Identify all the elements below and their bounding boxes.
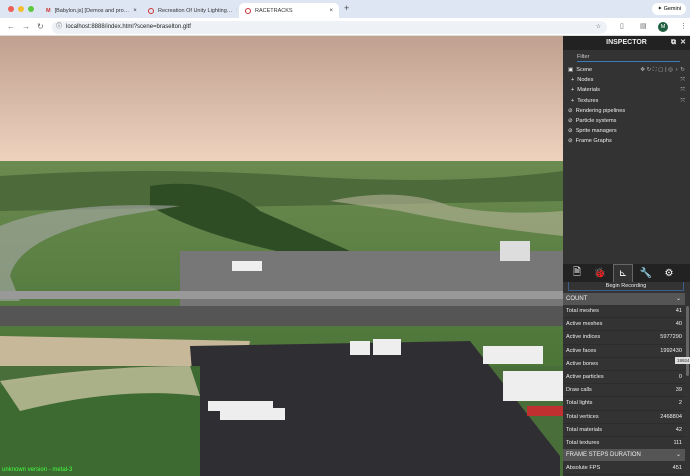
count-section-header[interactable]: COUNT ⌄ [563, 293, 685, 305]
ban-icon: ⊘ [568, 128, 573, 135]
browser-tab-active[interactable]: RACETRACKS × [239, 3, 339, 18]
filter-input[interactable]: Filter [577, 52, 680, 62]
profile-avatar[interactable]: M [658, 22, 668, 32]
image-icon: ▣ [568, 67, 574, 73]
minimize-window-button[interactable] [18, 6, 24, 12]
stat-row: Total lights 2 [563, 397, 685, 411]
close-icon[interactable]: ✕ [680, 36, 686, 50]
plus-icon: + [571, 77, 575, 84]
stat-row: Total materials 42 [563, 424, 685, 437]
tree-item-materials[interactable]: + Materials ⤧ [563, 85, 690, 95]
stat-row: Active indices 5977290 [563, 331, 685, 345]
site-info-icon[interactable]: ⓘ [56, 21, 62, 34]
inspector-header: INSPECTOR ⧉ ✕ [563, 36, 690, 50]
browser-tab-bar: M [Babylon.js] [Demos and pro… × Recreatio… [0, 0, 690, 18]
forward-icon[interactable]: → [22, 22, 30, 31]
debug-tab-icon[interactable]: 🐞 [590, 264, 610, 282]
reading-list-icon[interactable]: ▤ [640, 22, 647, 30]
tree-item-textures[interactable]: + Textures ⤧ [563, 96, 690, 106]
back-icon[interactable]: ← [7, 22, 15, 31]
render-canvas[interactable] [0, 36, 563, 476]
tree-item-particle-systems[interactable]: ⊘ Particle systems [563, 116, 690, 126]
stat-row: Draw calls 39 [563, 384, 685, 398]
babylon-icon [148, 7, 154, 14]
ban-icon: ⊘ [568, 107, 573, 114]
racetrack-scene [0, 36, 563, 476]
scene-gizmo-icons[interactable]: ✥ ↻ ⛶ ▢ | ◎ ♁ ↻ [640, 65, 685, 75]
tree-item-frame-graphs[interactable]: ⊘ Frame Graphs [563, 136, 690, 146]
gmail-icon: M [46, 7, 51, 14]
stat-row: Active bones [563, 358, 685, 371]
address-bar-row: ← → ↻ ⓘ localhost:8888/index.html?scene=b… [0, 18, 690, 36]
chevron-down-icon: ⌄ [675, 296, 681, 302]
tools-tab-icon[interactable]: 🔧 [636, 264, 656, 282]
plus-icon: + [571, 87, 575, 94]
inspector-tabs: 🗎 🐞 ⊾ 🔧 ⚙ [563, 264, 690, 282]
expand-icon[interactable]: ⤧ [681, 96, 685, 106]
expand-icon[interactable]: ⤧ [681, 75, 685, 85]
babylon-icon [245, 7, 251, 14]
tree-item-nodes[interactable]: + Nodes ⤧ [563, 75, 690, 85]
tree-item-rendering-pipelines[interactable]: ⊘ Rendering pipelines [563, 106, 690, 116]
scrollbar[interactable] [686, 306, 689, 376]
close-tab-icon[interactable]: × [329, 8, 333, 14]
ban-icon: ⊘ [568, 117, 573, 124]
new-tab-button[interactable]: + [344, 3, 349, 13]
count-stats: Total meshes 41 Active meshes 40 Active in… [563, 305, 685, 451]
browser-tab[interactable]: Recreation Of Unity Lighting…× [142, 3, 237, 18]
menu-icon[interactable]: ⋮ [680, 22, 687, 30]
gemini-button[interactable]: ✦ Gemini [652, 3, 686, 15]
frame-steps-section-header[interactable]: FRAME STEPS DURATION ⌄ [563, 449, 685, 461]
begin-recording-button[interactable]: Begin Recording [568, 282, 684, 291]
maximize-window-button[interactable] [28, 6, 34, 12]
tooltip: 19924 [675, 357, 690, 364]
stat-row-fps: Absolute FPS 451 [563, 462, 685, 476]
plus-icon: + [571, 97, 575, 104]
extension-icon[interactable]: ▯ [620, 22, 624, 30]
inspector-panel: INSPECTOR ⧉ ✕ Filter ▣ Scene ✥ ↻ ⛶ ▢ | ◎ ♁ ↻… [563, 36, 690, 476]
ban-icon: ⊘ [568, 138, 573, 145]
expand-icon[interactable]: ⤧ [681, 85, 685, 95]
properties-tab-icon[interactable]: 🗎 [567, 264, 587, 282]
stat-row: Total meshes 41 [563, 305, 685, 319]
stat-row: Active meshes 40 [563, 318, 685, 332]
close-tab-icon[interactable]: × [236, 8, 237, 14]
tree-item-scene[interactable]: ▣ Scene ✥ ↻ ⛶ ▢ | ◎ ♁ ↻ [563, 65, 690, 75]
scene-tree: ▣ Scene ✥ ↻ ⛶ ▢ | ◎ ♁ ↻ + Nodes ⤧ + Materials… [563, 65, 690, 147]
version-label: unknown version - metal-3 [2, 467, 73, 473]
settings-tab-icon[interactable]: ⚙ [659, 264, 679, 282]
statistics-tab-icon[interactable]: ⊾ [613, 264, 633, 282]
close-tab-icon[interactable]: × [133, 8, 137, 14]
stat-row: Total vertices 2468804 [563, 411, 685, 424]
browser-tab[interactable]: M [Babylon.js] [Demos and pro… × [40, 3, 140, 18]
reload-icon[interactable]: ↻ [37, 22, 44, 31]
popout-icon[interactable]: ⧉ [671, 36, 676, 50]
tree-item-sprite-managers[interactable]: ⊘ Sprite managers [563, 126, 690, 136]
url-input[interactable]: ⓘ localhost:8888/index.html?scene=braselt… [52, 21, 607, 34]
stat-row: Active faces 1992430 [563, 345, 685, 358]
bookmark-star-icon[interactable]: ☆ [596, 21, 601, 34]
close-window-button[interactable] [8, 6, 14, 12]
stat-row: Active particles 0 [563, 371, 685, 385]
chevron-down-icon: ⌄ [675, 452, 681, 458]
